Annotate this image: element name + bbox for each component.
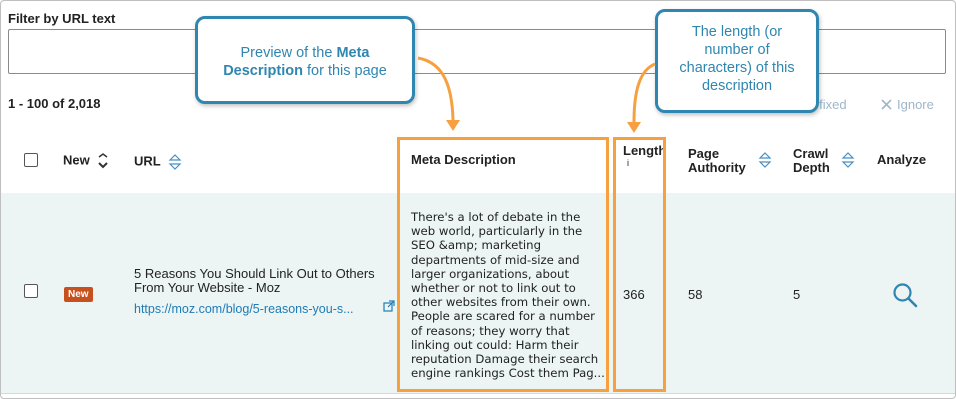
arrowhead-length xyxy=(627,122,641,133)
arrow-to-length xyxy=(632,62,656,123)
callout-arrows xyxy=(417,56,656,133)
arrow-to-meta xyxy=(417,56,455,121)
arrowhead-meta xyxy=(446,120,460,131)
